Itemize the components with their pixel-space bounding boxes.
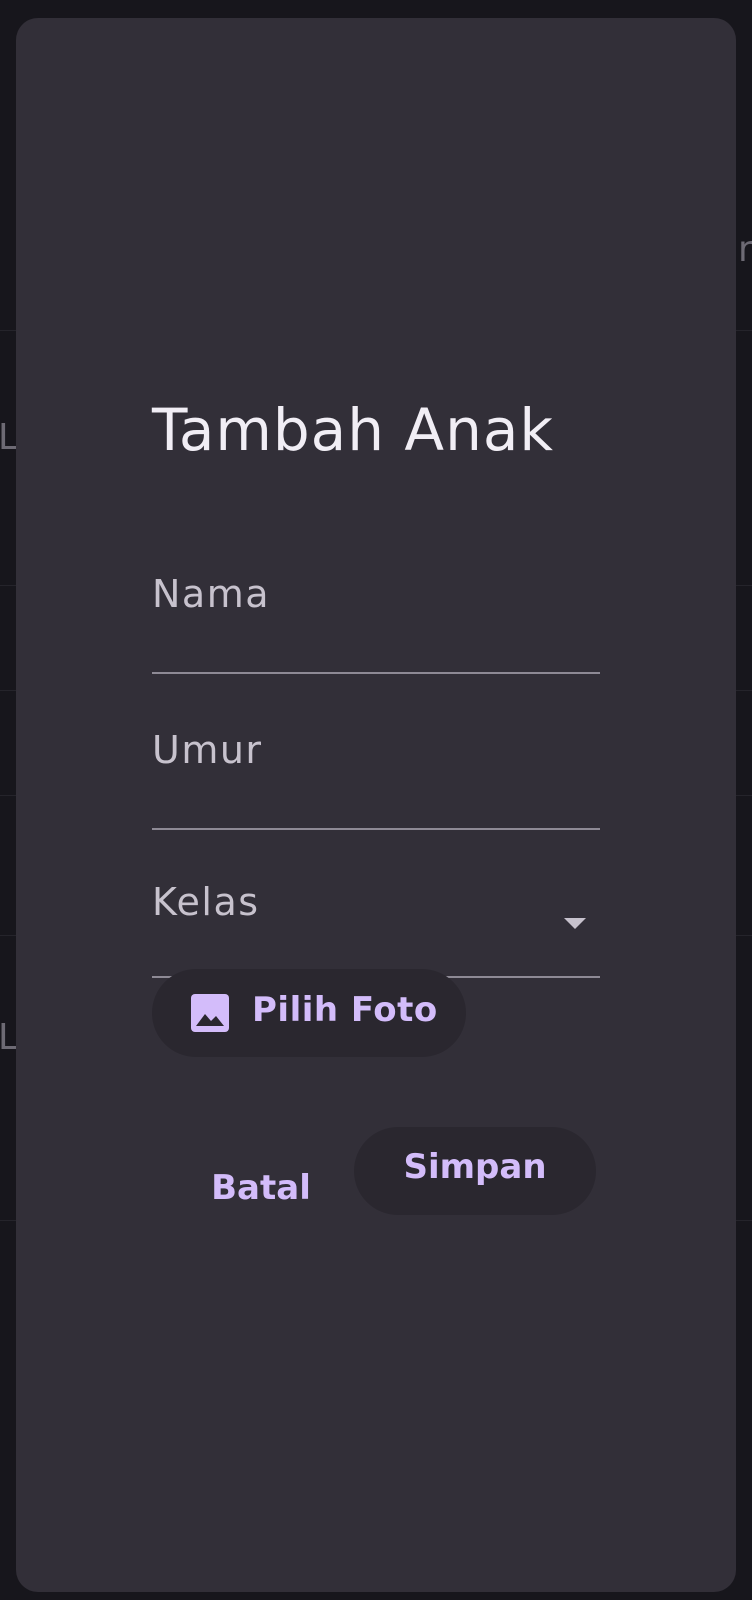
name-field-label: Nama	[152, 572, 271, 616]
class-dropdown-label: Kelas	[152, 880, 260, 924]
choose-photo-label: Pilih Foto	[252, 990, 438, 1030]
background-item-text: r	[738, 229, 752, 270]
choose-photo-button[interactable]: Pilih Foto	[152, 969, 466, 1057]
age-field[interactable]: Umur	[152, 694, 600, 830]
name-field[interactable]: Nama	[152, 538, 600, 674]
age-field-label: Umur	[152, 728, 263, 772]
save-button-label: Simpan	[403, 1147, 547, 1187]
cancel-button-label: Batal	[211, 1168, 311, 1208]
cancel-button[interactable]: Batal	[206, 1148, 316, 1236]
add-child-dialog: Tambah Anak Nama Umur Kelas Pilih Foto B…	[16, 18, 736, 1592]
save-button[interactable]: Simpan	[354, 1127, 596, 1215]
arrow-drop-down-icon[interactable]	[564, 918, 586, 929]
class-dropdown[interactable]: Kelas	[152, 844, 600, 978]
image-icon	[191, 994, 229, 1032]
dialog-title: Tambah Anak	[152, 396, 554, 464]
